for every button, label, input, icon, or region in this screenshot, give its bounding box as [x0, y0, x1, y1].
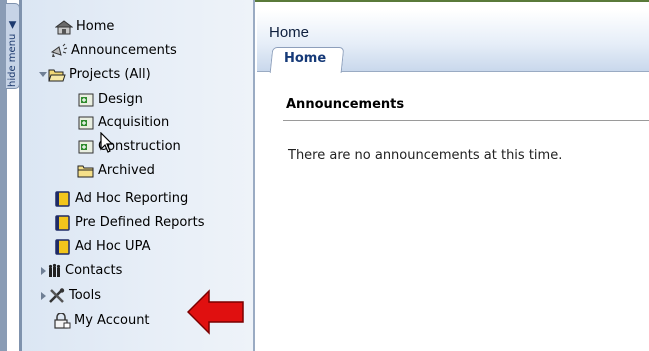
- sidebar-item-tools[interactable]: Tools: [38, 285, 101, 307]
- contacts-icon: [48, 263, 62, 279]
- sidebar-item-label: Acquisition: [98, 115, 170, 130]
- chevron-right-icon[interactable]: [38, 289, 48, 303]
- sidebar-item-design[interactable]: Design: [77, 89, 143, 111]
- sidebar-item-announcements[interactable]: Announcements: [50, 40, 177, 62]
- sidebar-item-ad-hoc-upa[interactable]: Ad Hoc UPA: [54, 236, 150, 258]
- sidebar-item-label: Home: [76, 19, 115, 34]
- report-icon: [54, 215, 72, 231]
- sidebar-item-acquisition[interactable]: Acquisition: [77, 112, 169, 134]
- project-icon: [77, 92, 95, 108]
- sidebar-item-pre-defined-reports[interactable]: Pre Defined Reports: [54, 212, 205, 234]
- red-arrow-annotation: [187, 289, 244, 335]
- page-title: Home: [269, 24, 310, 41]
- project-icon: [77, 139, 95, 155]
- tab-home-label[interactable]: Home: [284, 51, 326, 66]
- chevron-right-icon[interactable]: [38, 264, 48, 278]
- sidebar-item-contacts[interactable]: Contacts: [38, 260, 122, 282]
- sidebar-item-my-account[interactable]: My Account: [53, 310, 150, 332]
- sidebar-item-home[interactable]: Home: [55, 16, 114, 38]
- mouse-cursor-icon: [100, 132, 114, 153]
- folder-open-icon: [48, 67, 66, 83]
- sidebar: Home Announcements Projects (All) Design…: [19, 0, 255, 351]
- report-icon: [54, 191, 72, 207]
- megaphone-icon: [50, 43, 68, 59]
- sidebar-item-label: Ad Hoc UPA: [75, 239, 151, 254]
- section-divider: [283, 120, 649, 121]
- sidebar-item-label: Projects (All): [69, 67, 151, 82]
- sidebar-item-label: My Account: [74, 313, 150, 328]
- sidebar-item-ad-hoc-reporting[interactable]: Ad Hoc Reporting: [54, 188, 188, 210]
- sidebar-item-label: Tools: [69, 288, 102, 303]
- sidebar-item-label: Announcements: [71, 43, 177, 58]
- tools-icon: [48, 288, 66, 304]
- main-panel: Home Home Announcements There are no ann…: [257, 2, 649, 351]
- lock-icon: [53, 313, 71, 329]
- chevron-down-icon[interactable]: [38, 68, 48, 82]
- report-icon: [54, 239, 72, 255]
- sidebar-item-construction[interactable]: Construction: [77, 136, 181, 158]
- hide-menu-label: hide menu ▲: [7, 19, 18, 87]
- empty-state-message: There are no announcements at this time.: [288, 148, 563, 163]
- sidebar-item-label: Ad Hoc Reporting: [75, 191, 189, 206]
- sidebar-item-label: Archived: [98, 163, 155, 178]
- hide-menu-toggle[interactable]: hide menu ▲: [6, 3, 20, 89]
- home-icon: [55, 19, 73, 35]
- sidebar-item-archived[interactable]: Archived: [77, 160, 155, 182]
- sidebar-item-projects[interactable]: Projects (All): [38, 64, 151, 86]
- section-title: Announcements: [286, 97, 405, 112]
- sidebar-item-label: Pre Defined Reports: [75, 215, 205, 230]
- folder-icon: [77, 163, 95, 179]
- sidebar-item-label: Design: [98, 92, 143, 107]
- sidebar-item-label: Contacts: [65, 263, 123, 278]
- project-icon: [77, 115, 95, 131]
